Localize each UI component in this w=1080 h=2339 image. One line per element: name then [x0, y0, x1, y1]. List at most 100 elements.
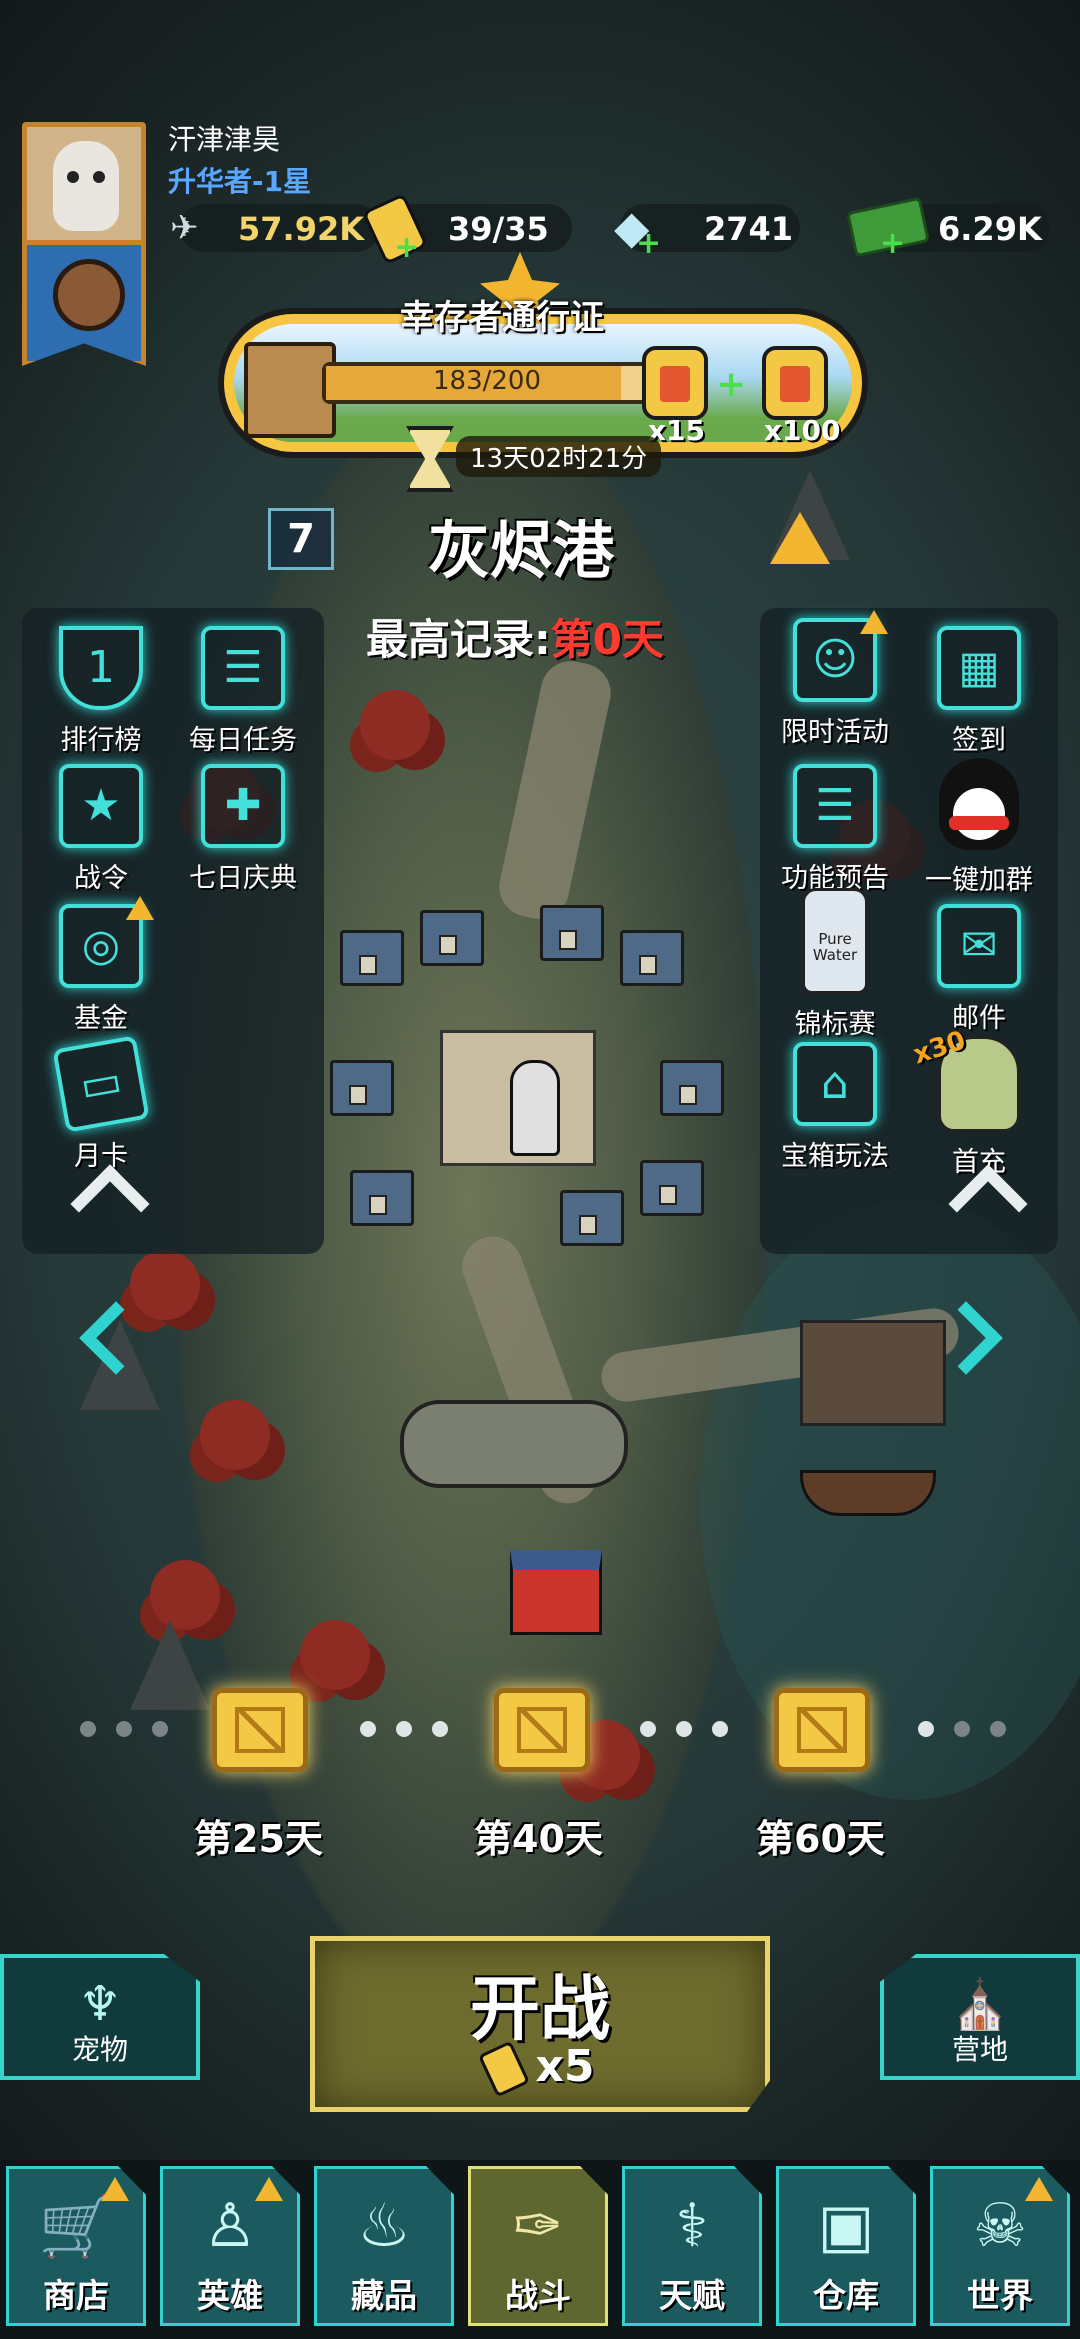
feature-sign-in[interactable]: ▦ 签到	[904, 626, 1054, 757]
record-label: 最高记录:	[366, 615, 551, 664]
camp-label: 营地	[951, 2033, 1008, 2066]
player-avatar[interactable]	[22, 122, 146, 246]
nav-hero[interactable]: ♙ 英雄	[160, 2166, 300, 2326]
pass-title: 幸存者通行证	[400, 298, 604, 338]
nav-label: 天赋	[659, 2276, 725, 2315]
energy-add-icon[interactable]: +	[394, 230, 419, 265]
reward-battery-icon[interactable]	[762, 346, 828, 420]
feature-first-charge[interactable]: x30 首充	[904, 1026, 1054, 1179]
feature-label: 月卡	[74, 1141, 128, 1172]
banner-icon: ★	[59, 764, 143, 848]
pass-progress-text: 183/200	[432, 366, 541, 396]
nav-shop[interactable]: 🛒 商店	[6, 2166, 146, 2326]
reward-2-multiplier: x100	[764, 414, 841, 447]
nav-warehouse[interactable]: ▣ 仓库	[776, 2166, 916, 2326]
trophy-icon: 1	[59, 626, 143, 710]
warning-icon[interactable]	[770, 512, 830, 564]
start-battle-button[interactable]: 开战 x5	[310, 1936, 770, 2112]
plus-icon: +	[716, 364, 747, 405]
demon-icon: ☠	[973, 2191, 1027, 2261]
battle-cost: x5	[315, 2040, 765, 2098]
nav-label: 仓库	[813, 2276, 879, 2315]
feature-join-group[interactable]: 一键加群	[904, 758, 1054, 897]
house	[640, 1160, 704, 1216]
milestone-chest-icon[interactable]	[774, 1688, 870, 1772]
dirt-path	[493, 655, 617, 925]
record-value: 第0天	[550, 615, 665, 664]
helicopter[interactable]	[400, 1400, 628, 1488]
nav-talent[interactable]: ⚕ 天赋	[622, 2166, 762, 2326]
energy-battery-icon	[477, 2040, 530, 2098]
feature-daily-tasks[interactable]: ☰ 每日任务	[168, 626, 318, 757]
nav-collection[interactable]: ♨ 藏品	[314, 2166, 454, 2326]
feature-battle-order[interactable]: ★ 战令	[26, 764, 176, 895]
camp-button[interactable]: ⛪ 营地	[880, 1954, 1080, 2080]
pet-button[interactable]: ♆ 宠物	[0, 1954, 200, 2080]
feature-seven-day[interactable]: ✚ 七日庆典	[168, 764, 318, 895]
feature-label: 七日庆典	[189, 863, 297, 894]
feature-monthly-card[interactable]: ▭ 月卡	[26, 1035, 176, 1173]
house	[420, 910, 484, 966]
feature-label: 一键加群	[925, 865, 1033, 896]
cash-value: 6.29K	[938, 210, 1042, 248]
milestone-chest-icon[interactable]	[494, 1688, 590, 1772]
warning-icon	[126, 896, 154, 920]
house	[560, 1190, 624, 1246]
feature-tournament[interactable]: Pure Water 锦标赛	[760, 888, 910, 1041]
feature-leaderboard[interactable]: 1 排行榜	[26, 626, 176, 757]
battle-cost-value: x5	[535, 2041, 595, 2092]
dna-icon: ⚕	[675, 2191, 709, 2261]
milestone-chest-icon[interactable]	[212, 1688, 308, 1772]
chest-icon: ⌂	[793, 1042, 877, 1126]
nav-label: 战斗	[505, 2276, 571, 2315]
house	[660, 1060, 724, 1116]
feature-label: 限时活动	[781, 717, 889, 748]
angel-icon: ♆	[78, 1976, 122, 2032]
water-bottle-text: Pure Water	[812, 930, 858, 964]
progress-dot	[432, 1721, 448, 1737]
feature-limited-event[interactable]: ☺ 限时活动	[760, 610, 910, 749]
gift-icon: ✚	[201, 764, 285, 848]
milestone-label: 第40天	[474, 1817, 603, 1861]
feature-fund[interactable]: ◎ 基金	[26, 896, 176, 1035]
boat	[800, 1470, 936, 1516]
rifle-icon: ✑	[512, 2191, 564, 2261]
calendar-icon: ▦	[937, 626, 1021, 710]
rock	[130, 1620, 210, 1710]
progress-dot	[676, 1721, 692, 1737]
nav-label: 世界	[967, 2276, 1033, 2315]
reward-battery-icon[interactable]	[642, 346, 708, 420]
warning-icon	[101, 2177, 129, 2201]
feature-label: 基金	[74, 1003, 128, 1034]
nav-world[interactable]: ☠ 世界	[930, 2166, 1070, 2326]
flame-icon: ♨	[357, 2191, 411, 2261]
energy-value: 39/35	[448, 210, 549, 248]
supply-crate[interactable]	[510, 1550, 602, 1635]
progress-dot	[918, 1721, 934, 1737]
cash-add-icon[interactable]: +	[880, 226, 905, 261]
warning-icon	[255, 2177, 283, 2201]
progress-dot	[396, 1721, 412, 1737]
feature-label: 宝箱玩法	[781, 1141, 889, 1172]
nav-battle[interactable]: ✑ 战斗	[468, 2166, 608, 2326]
red-tree	[300, 1620, 370, 1690]
progress-dot	[640, 1721, 656, 1737]
nav-label: 英雄	[197, 2276, 263, 2315]
house	[340, 930, 404, 986]
zombie-icon: x30	[910, 1026, 1020, 1132]
progress-dot	[116, 1721, 132, 1737]
water-bottle-icon: Pure Water	[802, 888, 868, 994]
stage-level: 7	[268, 508, 334, 570]
pass-timer: 13天02时21分	[456, 436, 662, 477]
feature-chest-play[interactable]: ⌂ 宝箱玩法	[760, 1042, 910, 1173]
progress-dot	[954, 1721, 970, 1737]
feature-mail[interactable]: ✉ 邮件	[904, 904, 1054, 1035]
survivor-character[interactable]	[510, 1060, 560, 1156]
diamond-add-icon[interactable]: +	[636, 226, 661, 261]
red-tree	[130, 1250, 200, 1320]
player-rank: 升华者-1星	[168, 165, 312, 198]
feature-preview[interactable]: ☰ 功能预告	[760, 764, 910, 895]
mail-icon: ✉	[937, 904, 1021, 988]
nav-label: 藏品	[351, 2276, 417, 2315]
feature-label: 签到	[952, 725, 1006, 756]
